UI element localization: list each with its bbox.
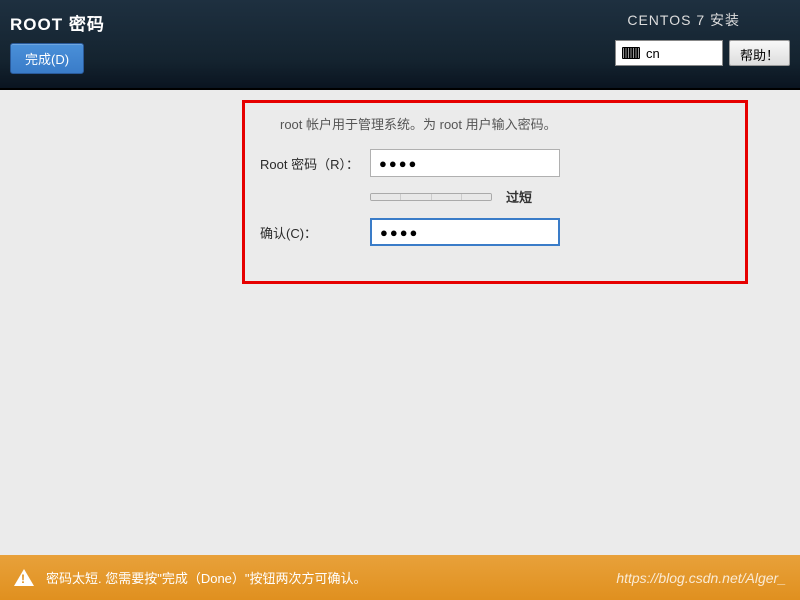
warning-message: 密码太短. 您需要按"完成（Done）"按钮两次方可确认。 bbox=[46, 568, 367, 587]
warning-footer: 密码太短. 您需要按"完成（Done）"按钮两次方可确认。 https://bl… bbox=[0, 555, 800, 600]
root-password-label: Root 密码（R）： bbox=[260, 154, 370, 173]
content-area: root 帐户用于管理系统。为 root 用户输入密码。 Root 密码（R）：… bbox=[0, 90, 800, 555]
password-strength-row: 过短 bbox=[260, 187, 740, 206]
keyboard-layout-selector[interactable]: cn bbox=[615, 40, 723, 66]
strength-seg bbox=[462, 194, 491, 200]
header-controls: cn 帮助！ bbox=[615, 40, 790, 66]
password-strength-meter bbox=[370, 193, 492, 201]
header-bar: ROOT 密码 完成(D) CENTOS 7 安装 cn 帮助！ bbox=[0, 0, 800, 90]
installer-title: CENTOS 7 安装 bbox=[615, 10, 790, 30]
footer-left: 密码太短. 您需要按"完成（Done）"按钮两次方可确认。 bbox=[14, 568, 367, 587]
page-title: ROOT 密码 bbox=[10, 10, 105, 35]
warning-icon bbox=[14, 569, 34, 586]
confirm-password-row: 确认(C)： bbox=[260, 218, 740, 246]
header-left: ROOT 密码 完成(D) bbox=[0, 0, 105, 88]
form-instruction: root 帐户用于管理系统。为 root 用户输入密码。 bbox=[260, 114, 740, 133]
strength-seg bbox=[401, 194, 431, 200]
strength-seg bbox=[432, 194, 462, 200]
keyboard-icon bbox=[622, 47, 640, 59]
password-strength-label: 过短 bbox=[506, 187, 532, 206]
confirm-password-label: 确认(C)： bbox=[260, 223, 370, 242]
root-password-row: Root 密码（R）： bbox=[260, 149, 740, 177]
watermark-text: https://blog.csdn.net/Alger_ bbox=[616, 570, 786, 586]
keyboard-layout-code: cn bbox=[646, 46, 660, 61]
help-button[interactable]: 帮助！ bbox=[729, 40, 790, 66]
root-password-input[interactable] bbox=[370, 149, 560, 177]
header-right: CENTOS 7 安装 cn 帮助！ bbox=[615, 0, 800, 88]
confirm-password-input[interactable] bbox=[370, 218, 560, 246]
root-password-form: root 帐户用于管理系统。为 root 用户输入密码。 Root 密码（R）：… bbox=[260, 114, 740, 256]
done-button[interactable]: 完成(D) bbox=[10, 43, 84, 74]
strength-seg bbox=[371, 194, 401, 200]
